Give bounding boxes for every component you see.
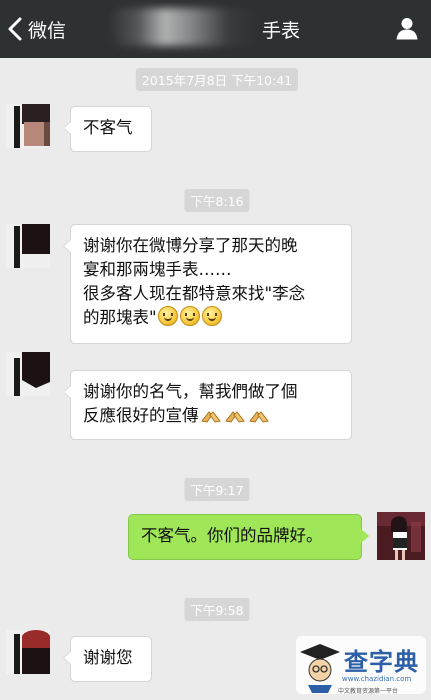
- watermark-name: 查字典: [344, 648, 419, 676]
- received-message: 不客气: [63, 106, 152, 152]
- chat-title: 手表: [262, 20, 301, 42]
- received-message: 谢谢你在微博分享了那天的晚 宴和那兩塊手表…… 很多客人现在都特意來找"李念 的…: [63, 224, 352, 344]
- smile-emoji-icon: [179, 306, 200, 326]
- person-icon: [396, 18, 418, 40]
- timestamp: 下午9:17: [184, 478, 250, 501]
- timestamp: 下午8:16: [184, 189, 250, 212]
- smile-emoji-icon: [201, 306, 222, 326]
- contact-avatar[interactable]: [6, 352, 50, 396]
- watermark-site: www.chazidian.com: [342, 675, 412, 683]
- timestamp: 下午9:58: [184, 598, 250, 621]
- received-message: 谢谢你的名气，幫我們做了個 反應很好的宣傳: [63, 370, 352, 440]
- chat-header: 微信 手表: [0, 0, 431, 58]
- contact-avatar[interactable]: [6, 104, 50, 148]
- received-message: 谢谢您: [63, 636, 152, 682]
- back-button[interactable]: 微信: [6, 14, 66, 44]
- message-text: 不客气: [83, 118, 133, 137]
- watermark-subtitle: 中文教育资源第一平台: [338, 688, 399, 695]
- message-line: 谢谢你在微博分享了那天的晚: [83, 236, 298, 255]
- blurred-contact-name: [108, 8, 258, 46]
- message-line: 反應很好的宣傳: [83, 406, 199, 425]
- sent-message: 不客气。你们的品牌好。: [128, 514, 369, 560]
- message-text: 谢谢您: [83, 648, 133, 667]
- clap-hands-icon: [200, 406, 222, 431]
- chevron-left-icon: [8, 17, 22, 41]
- message-line: 宴和那兩塊手表……: [83, 260, 232, 279]
- message-line: 谢谢你的名气，幫我們做了個: [83, 382, 298, 401]
- contact-info-button[interactable]: [395, 16, 419, 40]
- message-text: 不客气。你们的品牌好。: [141, 526, 323, 545]
- contact-avatar[interactable]: [6, 224, 50, 268]
- clap-hands-icon: [224, 406, 246, 431]
- back-label: 微信: [28, 19, 67, 42]
- timestamp: 2015年7月8日 下午10:41: [135, 68, 299, 91]
- smile-emoji-icon: [157, 306, 178, 326]
- my-avatar[interactable]: [377, 512, 425, 560]
- clap-hands-icon: [248, 406, 270, 431]
- message-line: 很多客人现在都特意來找"李念: [83, 284, 306, 303]
- message-line: 的那塊表": [83, 308, 157, 327]
- contact-avatar[interactable]: [6, 630, 50, 674]
